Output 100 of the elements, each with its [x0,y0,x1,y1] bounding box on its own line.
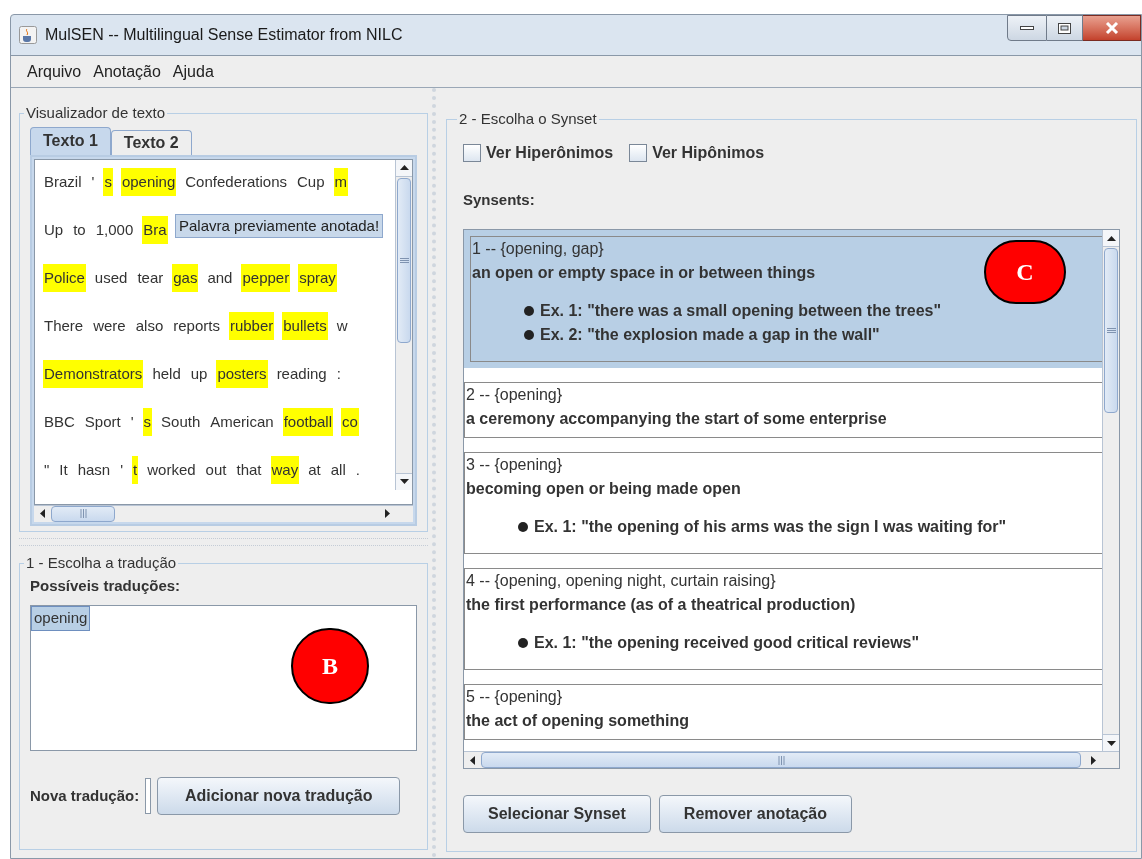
synset-gloss: a ceremony accompanying the start of some enterprise [466,409,887,429]
vertical-scrollbar[interactable] [395,159,412,490]
highlighted-word[interactable]: m [333,167,349,196]
synset-gloss: an open or empty space in or between things [472,263,816,283]
word[interactable]: at [307,455,322,484]
highlighted-word[interactable]: s [103,167,113,196]
example-text: Ex. 1: "the opening of his arms was the sign I was waiting for" [534,517,1007,537]
word[interactable]: There [43,311,85,340]
down-arrow-icon[interactable] [399,479,409,484]
word[interactable]: reading [275,359,328,388]
word[interactable]: South [160,407,202,436]
word[interactable]: were [92,311,127,340]
word[interactable]: BBC [43,407,76,436]
highlighted-word[interactable]: t [132,455,139,484]
word[interactable]: hasn [76,455,112,484]
group-title: 1 - Escolha a tradução [25,553,178,573]
word[interactable]: ' [90,167,96,196]
highlighted-word[interactable]: rubber [228,311,275,340]
word[interactable]: held [151,359,182,388]
synset-header: 2 -- {opening} [466,385,563,405]
word[interactable]: ' [129,407,135,436]
down-arrow-icon[interactable] [1106,740,1116,746]
action-button[interactable]: Remover anotação [658,795,852,833]
highlighted-word[interactable]: s [142,407,153,436]
close-button[interactable] [1083,15,1141,41]
scroll-thumb[interactable] [1104,248,1118,413]
word[interactable]: reports [172,311,221,340]
list-item[interactable]: opening [31,606,91,631]
highlighted-word[interactable]: football [282,407,333,436]
scroll-thumb[interactable] [51,505,115,522]
bullet-icon [518,638,528,648]
word[interactable]: tear [136,263,165,292]
word[interactable]: 1,000 [94,215,135,244]
word[interactable]: It [58,455,69,484]
word[interactable]: up [189,359,209,388]
synset-gloss: becoming open or being made open [466,479,741,499]
highlighted-word[interactable]: Bra [142,215,168,244]
close-icon [1104,22,1119,34]
scroll-thumb[interactable] [397,177,411,343]
word[interactable]: that [235,455,263,484]
synset-item[interactable]: 4 -- {opening, opening night, curtain raising} the first performance (as of a theatrical production) Ex. 1: "the opening received good critical reviews" [464,568,1102,670]
highlighted-word[interactable]: co [341,407,359,436]
tooltip: Palavra previamente anotada! [175,213,384,238]
highlighted-word[interactable]: gas [172,263,199,292]
input-field[interactable] [145,778,152,814]
word[interactable]: Cup [296,167,326,196]
highlighted-word[interactable]: Police [43,263,86,292]
word[interactable]: ' [119,455,125,484]
tab[interactable]: Texto 2 [110,129,192,155]
checkbox[interactable] [463,143,481,162]
word[interactable]: worked [146,455,197,484]
word[interactable]: American [209,407,275,436]
menu-item[interactable]: Arquivo [27,59,82,84]
vertical-scrollbar[interactable] [1102,230,1119,751]
synset-header: 5 -- {opening} [466,687,563,707]
window-title: MulSEN -- Multilingual Sense Estimator from NILC [45,25,403,45]
synset-item[interactable]: 3 -- {opening} becoming open or being made open Ex. 1: "the opening of his arms was the sign I was waiting for" [464,452,1102,554]
synset-item[interactable]: 5 -- {opening} the act of opening something [464,684,1102,740]
highlighted-word[interactable]: bullets [282,311,328,340]
word[interactable]: " [43,455,51,484]
up-arrow-icon[interactable] [1106,235,1116,241]
word[interactable]: and [206,263,234,292]
word[interactable]: Confederations [184,167,288,196]
bullet-icon [518,522,528,532]
word[interactable]: all [329,455,347,484]
right-arrow-icon[interactable] [1091,755,1096,765]
word[interactable]: . [354,455,361,484]
word[interactable]: out [204,455,228,484]
highlighted-word[interactable]: posters [216,359,268,388]
left-arrow-icon[interactable] [40,509,45,518]
word[interactable]: also [134,311,165,340]
right-arrow-icon[interactable] [385,509,390,518]
tab[interactable]: Texto 1 [30,126,111,155]
add-translation-button[interactable]: Adicionar nova tradução [157,777,401,815]
word[interactable]: used [93,263,129,292]
highlighted-word[interactable]: way [270,455,300,484]
highlighted-word[interactable]: opening [120,167,177,196]
left-arrow-icon[interactable] [470,755,475,765]
example-text: Ex. 1: "there was a small opening between the trees" [540,301,942,321]
word[interactable]: Up [43,215,65,244]
word[interactable]: w [335,311,349,340]
synset-header: 1 -- {opening, gap} [472,239,604,259]
highlighted-word[interactable]: Demonstrators [43,359,144,388]
action-button[interactable]: Selecionar Synset [463,795,651,833]
menu-item[interactable]: Anotação [93,59,161,84]
menu-item[interactable]: Ajuda [172,59,214,84]
up-arrow-icon[interactable] [399,165,409,170]
synset-item[interactable]: 2 -- {opening} a ceremony accompanying the start of some enterprise [464,382,1102,438]
word[interactable]: to [72,215,87,244]
highlighted-word[interactable]: spray [298,263,337,292]
translation-list[interactable]: opening B [30,605,417,751]
maximize-button[interactable] [1047,15,1083,41]
word[interactable]: Brazil [43,167,83,196]
splitter-handle[interactable] [19,538,428,546]
word[interactable]: Sport [83,407,122,436]
synset-header: 4 -- {opening, opening night, curtain raising} [466,571,776,591]
minimize-button[interactable] [1007,15,1047,41]
highlighted-word[interactable]: pepper [241,263,291,292]
checkbox[interactable] [629,143,648,162]
word[interactable]: : [335,359,342,388]
